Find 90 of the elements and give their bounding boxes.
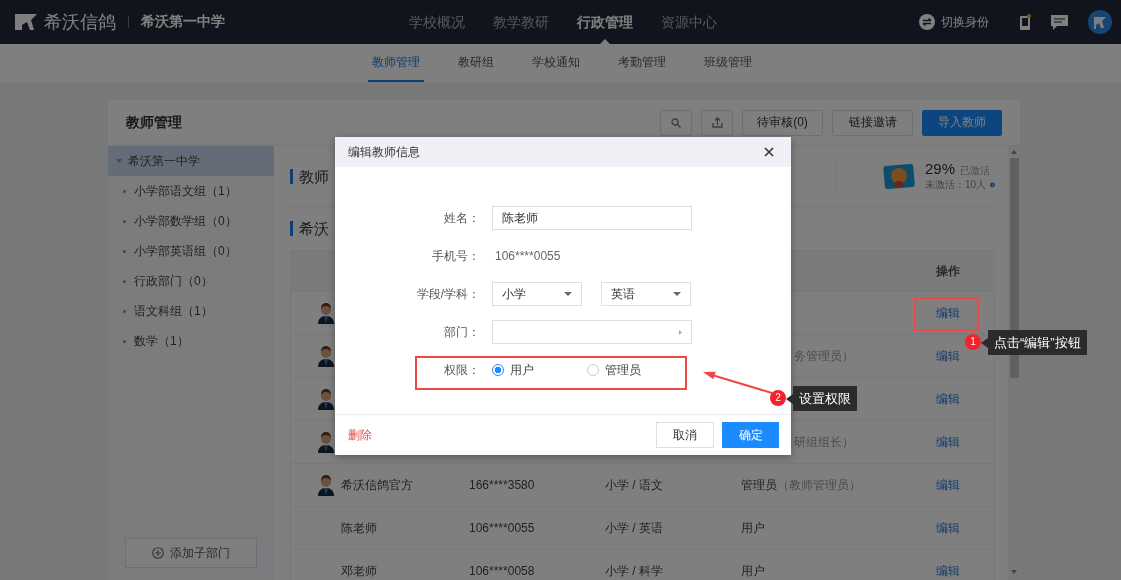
tree-item[interactable]: 小学部语文组（1） (108, 176, 274, 206)
tree-item[interactable]: 数学（1） (108, 326, 274, 356)
bullet-icon (123, 309, 126, 313)
sub-nav-tab[interactable]: 教师管理 (367, 44, 424, 82)
bullet-icon (123, 219, 126, 223)
field-label: 部门： (443, 323, 480, 341)
edit-link[interactable]: 编辑 (935, 304, 960, 322)
table-cell: 166****3580 (469, 478, 535, 492)
table-cell: 邓老师 (341, 562, 377, 580)
tree-item[interactable]: 行政部门（0） (108, 266, 274, 296)
edit-link[interactable]: 编辑 (935, 390, 960, 408)
upload-icon (711, 117, 723, 128)
search-button[interactable] (660, 109, 692, 136)
swap-icon (919, 14, 935, 30)
table-cell: 106****0055 (469, 521, 535, 535)
field-label: 姓名： (443, 209, 480, 227)
callout: 点击“编辑”按钮 (981, 330, 1087, 355)
tree-item[interactable]: 小学部数学组（0） (108, 206, 274, 236)
dropdown[interactable]: 英语 (601, 282, 691, 306)
import-button[interactable]: 导入教师 (922, 109, 1002, 136)
dialog-title: 编辑教师信息 (348, 143, 420, 161)
card-title: 教师管理 (126, 113, 182, 132)
toolbar-button[interactable]: 待审核(0) (742, 109, 823, 136)
tree-item[interactable]: 语文科组（1） (108, 296, 274, 326)
chevron-icon (679, 329, 682, 335)
sub-nav-tab[interactable]: 教研组 (453, 44, 498, 82)
caret-icon[interactable] (116, 159, 122, 163)
nav-tab[interactable]: 教学教研 (493, 0, 549, 44)
section-title: 希沃 (290, 221, 329, 236)
tree-item[interactable]: 小学部英语组（0） (108, 236, 274, 266)
column-header: 操作 (935, 262, 960, 280)
close-icon[interactable] (764, 147, 774, 157)
table-cell: 小学 / 语文 (605, 476, 663, 494)
add-department-button[interactable]: 添加子部门 (125, 538, 257, 568)
table-cell: 陈老师 (341, 519, 377, 537)
school-name: 希沃第一中学 (141, 13, 225, 31)
table-cell: 管理员 (741, 476, 777, 494)
scroll-up-icon[interactable] (1011, 150, 1017, 154)
name-field[interactable]: 陈老师 (492, 206, 692, 230)
search-icon (671, 117, 681, 128)
sub-nav-tab[interactable]: 学校通知 (527, 44, 584, 82)
edit-link[interactable]: 编辑 (935, 433, 960, 451)
avatar[interactable] (1088, 10, 1112, 34)
table-cell: 用户 (741, 519, 765, 537)
radio-option[interactable]: 用户 (492, 361, 587, 379)
scrollbar[interactable] (1008, 146, 1020, 580)
edit-link[interactable]: 编辑 (935, 562, 960, 580)
toolbar-button[interactable]: 链接邀请 (832, 109, 913, 136)
nav-tab[interactable]: 资源中心 (661, 0, 717, 44)
card-icon (883, 162, 915, 190)
sub-nav-tab[interactable]: 班级管理 (699, 44, 756, 82)
delete-link[interactable]: 删除 (348, 426, 372, 444)
activation-percent: 29% (925, 160, 956, 177)
confirm-button[interactable]: 确定 (722, 422, 779, 448)
highlight-frame (914, 297, 979, 331)
bullet-icon (123, 189, 126, 193)
nav-tab[interactable]: 学校概况 (409, 0, 465, 44)
table-cell: 106****0058 (469, 564, 535, 578)
phone-value: 106****0055 (495, 249, 561, 263)
cancel-button[interactable]: 取消 (656, 422, 714, 448)
section-title: 教师 (290, 168, 329, 184)
table-cell: 小学 / 英语 (605, 519, 663, 537)
brand-name: 希沃信鸽 (44, 11, 116, 34)
pointer-arrow (703, 371, 773, 394)
info-icon[interactable] (990, 180, 995, 190)
tree-item[interactable]: 希沃第一中学 (108, 146, 274, 176)
logo-icon (14, 13, 38, 31)
table-cell: 用户 (741, 562, 765, 580)
field-label: 学段/学科： (415, 285, 480, 303)
department-field[interactable] (492, 320, 692, 344)
export-button[interactable] (701, 109, 733, 136)
edit-link[interactable]: 编辑 (935, 519, 960, 537)
scroll-down-icon[interactable] (1011, 570, 1017, 574)
edit-link[interactable]: 编辑 (935, 476, 960, 494)
field-label: 权限： (443, 361, 480, 379)
radio-option[interactable]: 管理员 (587, 361, 682, 379)
table-cell: 小学 / 科学 (605, 562, 663, 580)
plus-icon (152, 547, 164, 559)
switch-identity-button[interactable]: 切换身份 (919, 13, 989, 31)
bullet-icon (123, 249, 126, 253)
bullet-icon (123, 339, 126, 343)
dropdown[interactable]: 小学 (492, 282, 582, 306)
tablet-icon[interactable] (1019, 13, 1031, 31)
chat-icon[interactable] (1051, 14, 1068, 30)
field-label: 手机号： (431, 247, 480, 265)
sub-nav-tab[interactable]: 考勤管理 (613, 44, 670, 82)
table-cell: 希沃信鸽官方 (341, 476, 413, 494)
callout: 设置权限 (786, 386, 857, 411)
edit-link[interactable]: 编辑 (935, 347, 960, 365)
bullet-icon (123, 279, 126, 283)
